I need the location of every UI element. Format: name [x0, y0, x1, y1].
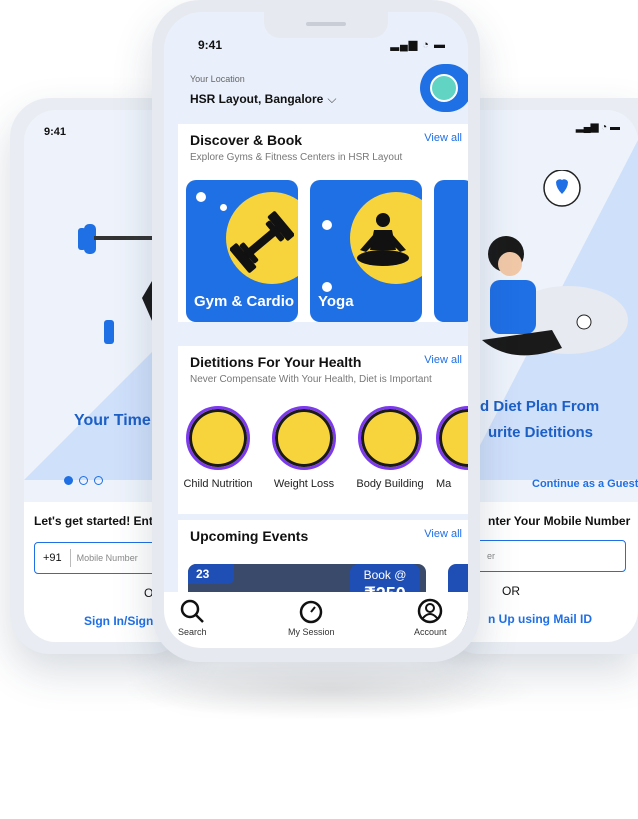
- page-dot-active[interactable]: [64, 476, 73, 485]
- category-label: Yoga: [318, 293, 354, 310]
- country-code: +91: [35, 549, 71, 567]
- account-icon: [418, 598, 443, 624]
- mobile-placeholder: Mobile Number: [76, 553, 138, 563]
- category-card-partial[interactable]: [434, 180, 468, 322]
- dietitian-illustration: [482, 170, 628, 356]
- category-card-yoga[interactable]: Yoga: [310, 180, 422, 322]
- or-divider: OR: [502, 584, 520, 598]
- dumbbell-icon: [230, 211, 294, 273]
- dietitians-title: Dietitions For Your Health: [190, 354, 362, 370]
- card-decoration: [322, 282, 332, 292]
- dietitian-category-child-nutrition[interactable]: Child Nutrition: [178, 406, 258, 490]
- page-dot[interactable]: [94, 476, 103, 485]
- timer-icon: [300, 600, 323, 624]
- nav-label: Search: [178, 627, 207, 637]
- discover-view-all-link[interactable]: View all: [424, 132, 462, 144]
- status-time: 9:41: [198, 38, 223, 52]
- continue-as-guest-link[interactable]: Continue as a Guest: [532, 478, 638, 490]
- card-decoration: [196, 192, 206, 202]
- events-title: Upcoming Events: [190, 528, 309, 544]
- get-started-text: Let's get started! Enter: [34, 514, 165, 528]
- category-icon: [436, 406, 468, 470]
- onboarding-title: Your Time: [74, 412, 151, 429]
- card-decoration: [220, 204, 227, 211]
- waist-icon: [272, 406, 336, 470]
- dietitian-category-partial[interactable]: Ma: [436, 406, 468, 490]
- status-icons: ▂▄▆ ◔ ▬: [390, 39, 446, 51]
- bottom-nav: Search My Session Account: [164, 592, 468, 648]
- nav-account[interactable]: Account: [414, 598, 447, 637]
- onboarding-title-line2: urite Dietitions: [488, 424, 594, 441]
- onboarding-title-line1: d Diet Plan From: [480, 398, 600, 415]
- book-label: Book @: [363, 568, 407, 582]
- center-phone-screen: 9:41 ▂▄▆ ◔ ▬ Your Location HSR Layout, B…: [164, 12, 468, 648]
- discover-title: Discover & Book: [190, 132, 303, 148]
- muscle-torso-icon: [358, 406, 422, 470]
- category-card-gym[interactable]: Gym & Cardio: [186, 180, 298, 322]
- nav-my-session[interactable]: My Session: [288, 598, 335, 637]
- dietitian-category-body-building[interactable]: Body Building: [350, 406, 430, 490]
- nav-label: My Session: [288, 627, 335, 637]
- location-label: Your Location: [190, 74, 245, 84]
- event-date: 23: [196, 567, 210, 581]
- location-value: HSR Layout, Bangalore: [190, 92, 324, 106]
- discover-section: Discover & Book View all Explore Gyms & …: [178, 124, 468, 322]
- center-phone: 9:41 ▂▄▆ ◔ ▬ Your Location HSR Layout, B…: [152, 0, 480, 662]
- page-dot[interactable]: [79, 476, 88, 485]
- discover-subtitle: Explore Gyms & Fitness Centers in HSR La…: [190, 152, 403, 163]
- dietitians-section: Dietitions For Your Health View all Neve…: [178, 346, 468, 514]
- dietitian-category-label: Ma: [436, 478, 452, 490]
- event-date-badge: 23: [188, 564, 234, 584]
- card-decoration: [322, 220, 332, 230]
- baby-face-icon: [186, 406, 250, 470]
- avatar: [430, 74, 458, 102]
- profile-avatar-button[interactable]: [420, 64, 468, 112]
- speaker: [306, 22, 346, 26]
- status-time: 9:41: [44, 126, 67, 138]
- dietitian-category-label: Weight Loss: [273, 478, 335, 490]
- dietitians-subtitle: Never Compensate With Your Health, Diet …: [190, 374, 432, 385]
- dietitian-category-weight-loss[interactable]: Weight Loss: [264, 406, 344, 490]
- search-icon: [181, 599, 205, 623]
- status-icons: ▂▄▆ ◔ ▬: [575, 122, 620, 133]
- dietitian-category-label: Child Nutrition: [183, 478, 253, 490]
- yoga-pose-icon: [357, 213, 409, 266]
- dietitian-category-label: Body Building: [356, 478, 424, 490]
- chevron-down-icon: ⌵: [327, 92, 337, 106]
- nav-search[interactable]: Search: [178, 598, 207, 637]
- floor-shadow: [120, 660, 540, 720]
- location-selector[interactable]: HSR Layout, Bangalore ⌵: [190, 92, 336, 107]
- events-view-all-link[interactable]: View all: [424, 528, 462, 540]
- dietitians-view-all-link[interactable]: View all: [424, 354, 462, 366]
- pagination-dots[interactable]: [64, 476, 103, 485]
- enter-mobile-text: nter Your Mobile Number: [488, 514, 631, 528]
- nav-label: Account: [414, 627, 447, 637]
- category-label: Gym & Cardio: [194, 293, 295, 310]
- sign-up-mail-link[interactable]: n Up using Mail ID: [488, 612, 592, 626]
